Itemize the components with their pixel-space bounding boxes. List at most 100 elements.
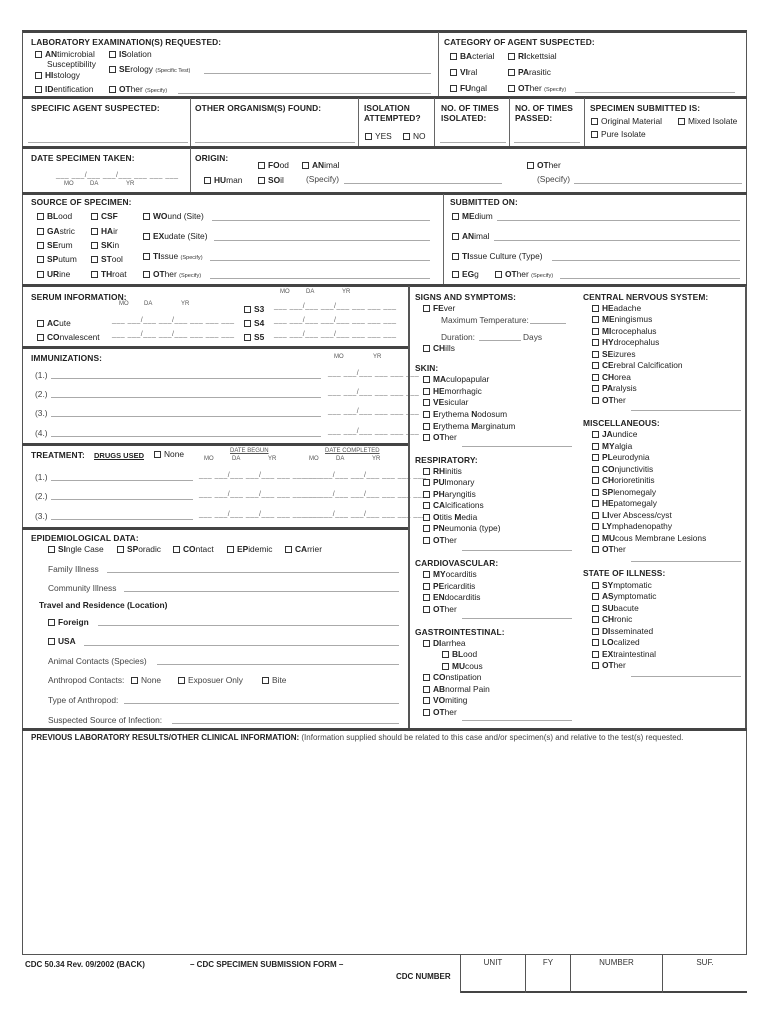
- checkbox-diarrhea[interactable]: DIarrhea: [423, 638, 466, 648]
- checkbox-myocarditis[interactable]: MYocarditis: [423, 569, 477, 579]
- checkbox-subacute[interactable]: SUbacute: [592, 603, 639, 613]
- cardio-other-line[interactable]: [462, 618, 572, 619]
- checkbox-rickettsial[interactable]: RIckettsial: [508, 51, 557, 61]
- checkbox-mucous-membrane-lesions[interactable]: MUcous Membrane Lesions: [592, 533, 706, 543]
- other-exam-line[interactable]: [178, 93, 431, 94]
- community-illness-line[interactable]: [124, 591, 399, 592]
- checkbox-gastric[interactable]: GAstric: [37, 226, 75, 236]
- tissue-specify-line[interactable]: [210, 260, 430, 261]
- checkbox-urine[interactable]: URine: [37, 269, 70, 279]
- cdc-unit-field[interactable]: UNIT: [460, 955, 525, 993]
- checkbox-contact[interactable]: COntact: [173, 544, 214, 554]
- checkbox-stool[interactable]: STool: [91, 254, 123, 264]
- cdc-suf-field[interactable]: SUF.: [662, 955, 747, 993]
- checkbox-jaundice[interactable]: JAundice: [592, 429, 637, 439]
- skin-other-line[interactable]: [462, 446, 572, 447]
- checkbox-other-source[interactable]: OTher (Specify): [143, 269, 201, 279]
- checkbox-isolation[interactable]: ISolation: [109, 49, 152, 59]
- checkbox-calcifications[interactable]: CAlcifications: [423, 500, 484, 510]
- checkbox-erythema-marginatum[interactable]: Erythema Marginatum: [423, 421, 515, 431]
- acute-date-field[interactable]: ___ ___/___ ___/___ ___ ___ ___: [112, 317, 235, 324]
- immunization-1-date[interactable]: ___ ___/___ ___ ___ ___: [328, 370, 419, 377]
- checkbox-hemorrhagic[interactable]: HEmorrhagic: [423, 386, 482, 396]
- checkbox-endocarditis[interactable]: ENdocarditis: [423, 592, 480, 602]
- treatment-1-line[interactable]: [51, 480, 193, 481]
- medium-line[interactable]: [497, 220, 740, 221]
- date-taken-field[interactable]: ___ ___/___ ___/___ ___ ___ ___: [56, 172, 179, 179]
- checkbox-egg[interactable]: EGg: [452, 269, 479, 279]
- checkbox-diarrhea-blood[interactable]: BLood: [442, 649, 477, 659]
- checkbox-medium[interactable]: MEdium: [452, 211, 493, 221]
- checkbox-constipation[interactable]: COnstipation: [423, 672, 481, 682]
- checkbox-myalgia[interactable]: MYalgia: [592, 441, 632, 451]
- checkbox-tissue-culture[interactable]: TIssue Culture (Type): [452, 251, 543, 261]
- checkbox-pure-isolate[interactable]: Pure Isolate: [591, 129, 646, 139]
- checkbox-sporadic[interactable]: SPoradic: [117, 544, 161, 554]
- checkbox-tissue[interactable]: TIssue (Specify): [143, 251, 203, 261]
- checkbox-conjunctivitis[interactable]: COnjunctivitis: [592, 464, 653, 474]
- type-anthropod-line[interactable]: [124, 703, 399, 704]
- checkbox-extraintestinal[interactable]: EXtraintestinal: [592, 649, 656, 659]
- treatment-3-line[interactable]: [51, 519, 193, 520]
- checkbox-misc-other[interactable]: OTher: [592, 544, 626, 554]
- checkbox-skin-source[interactable]: SKin: [91, 240, 119, 250]
- checkbox-seizures[interactable]: SEizures: [592, 349, 636, 359]
- checkbox-food[interactable]: FOod: [258, 160, 289, 170]
- immunization-1-line[interactable]: [51, 378, 321, 379]
- checkbox-gi-other[interactable]: OTher: [423, 707, 457, 717]
- duration-line[interactable]: [479, 340, 521, 341]
- gi-other-line[interactable]: [462, 720, 572, 721]
- checkbox-antimicrobial[interactable]: ANtimicrobial: [35, 49, 95, 59]
- checkbox-epidemic[interactable]: EPidemic: [227, 544, 272, 554]
- checkbox-single-case[interactable]: SIngle Case: [48, 544, 104, 554]
- checkbox-s5[interactable]: S5: [244, 332, 264, 342]
- s4-date-field[interactable]: ___ ___/___ ___/___ ___ ___ ___: [274, 317, 397, 324]
- checkbox-exposure-only[interactable]: Exposuer Only: [178, 675, 243, 685]
- suspected-source-line[interactable]: [172, 723, 399, 724]
- tissue-culture-line[interactable]: [552, 260, 740, 261]
- checkbox-symptomatic[interactable]: SYmptomatic: [592, 580, 652, 590]
- checkbox-chorioretinitis[interactable]: CHorioretinitis: [592, 475, 655, 485]
- checkbox-cardio-other[interactable]: OTher: [423, 604, 457, 614]
- checkbox-hepatomegaly[interactable]: HEpatomegaly: [592, 498, 657, 508]
- other-organisms-line[interactable]: [195, 142, 355, 143]
- s3-date-field[interactable]: ___ ___/___ ___/___ ___ ___ ___: [274, 303, 397, 310]
- family-illness-line[interactable]: [107, 572, 399, 573]
- checkbox-anthropod-none[interactable]: None: [131, 675, 161, 685]
- checkbox-cns-other[interactable]: OTher: [592, 395, 626, 405]
- checkbox-animal-submitted[interactable]: ANimal: [452, 231, 489, 241]
- checkbox-bite[interactable]: Bite: [262, 675, 286, 685]
- checkbox-disseminated[interactable]: DIsseminated: [592, 626, 653, 636]
- state-other-line[interactable]: [631, 676, 741, 677]
- checkbox-fungal[interactable]: FUngal: [450, 83, 487, 93]
- immunization-2-line[interactable]: [51, 397, 321, 398]
- checkbox-rhinitis[interactable]: RHinitis: [423, 466, 462, 476]
- checkbox-other-submitted[interactable]: OTher (Specify): [495, 269, 553, 279]
- checkbox-animal-origin[interactable]: ANimal: [302, 160, 339, 170]
- checkbox-asymptomatic[interactable]: ASymptomatic: [592, 591, 656, 601]
- checkbox-other-origin[interactable]: OTher: [527, 160, 561, 170]
- cdc-fy-field[interactable]: FY: [525, 955, 570, 993]
- immunization-4-line[interactable]: [51, 436, 321, 437]
- checkbox-s3[interactable]: S3: [244, 304, 264, 314]
- checkbox-respiratory-other[interactable]: OTher: [423, 535, 457, 545]
- cdc-number-field[interactable]: NUMBER: [570, 955, 662, 993]
- immunization-3-date[interactable]: ___ ___/___ ___ ___ ___: [328, 408, 419, 415]
- usa-line[interactable]: [84, 645, 399, 646]
- checkbox-pulmonary[interactable]: PUlmonary: [423, 477, 474, 487]
- checkbox-other-exam[interactable]: OTher (Specify): [109, 84, 167, 94]
- s5-date-field[interactable]: ___ ___/___ ___/___ ___ ___ ___: [274, 331, 397, 338]
- checkbox-throat[interactable]: THroat: [91, 269, 127, 279]
- checkbox-pneumonia[interactable]: PNeumonia (type): [423, 523, 501, 533]
- checkbox-s4[interactable]: S4: [244, 318, 264, 328]
- previous-results-area[interactable]: [26, 746, 743, 951]
- respiratory-other-line[interactable]: [462, 550, 572, 551]
- checkbox-headache[interactable]: HEadache: [592, 303, 641, 313]
- checkbox-microcephalus[interactable]: MIcrocephalus: [592, 326, 656, 336]
- wound-site-line[interactable]: [212, 220, 430, 221]
- other-submitted-line[interactable]: [560, 278, 740, 279]
- checkbox-skin-other[interactable]: OTher: [423, 432, 457, 442]
- checkbox-identification[interactable]: IDentification: [35, 84, 93, 94]
- specific-agent-line[interactable]: [28, 142, 188, 143]
- animal-contacts-line[interactable]: [157, 664, 399, 665]
